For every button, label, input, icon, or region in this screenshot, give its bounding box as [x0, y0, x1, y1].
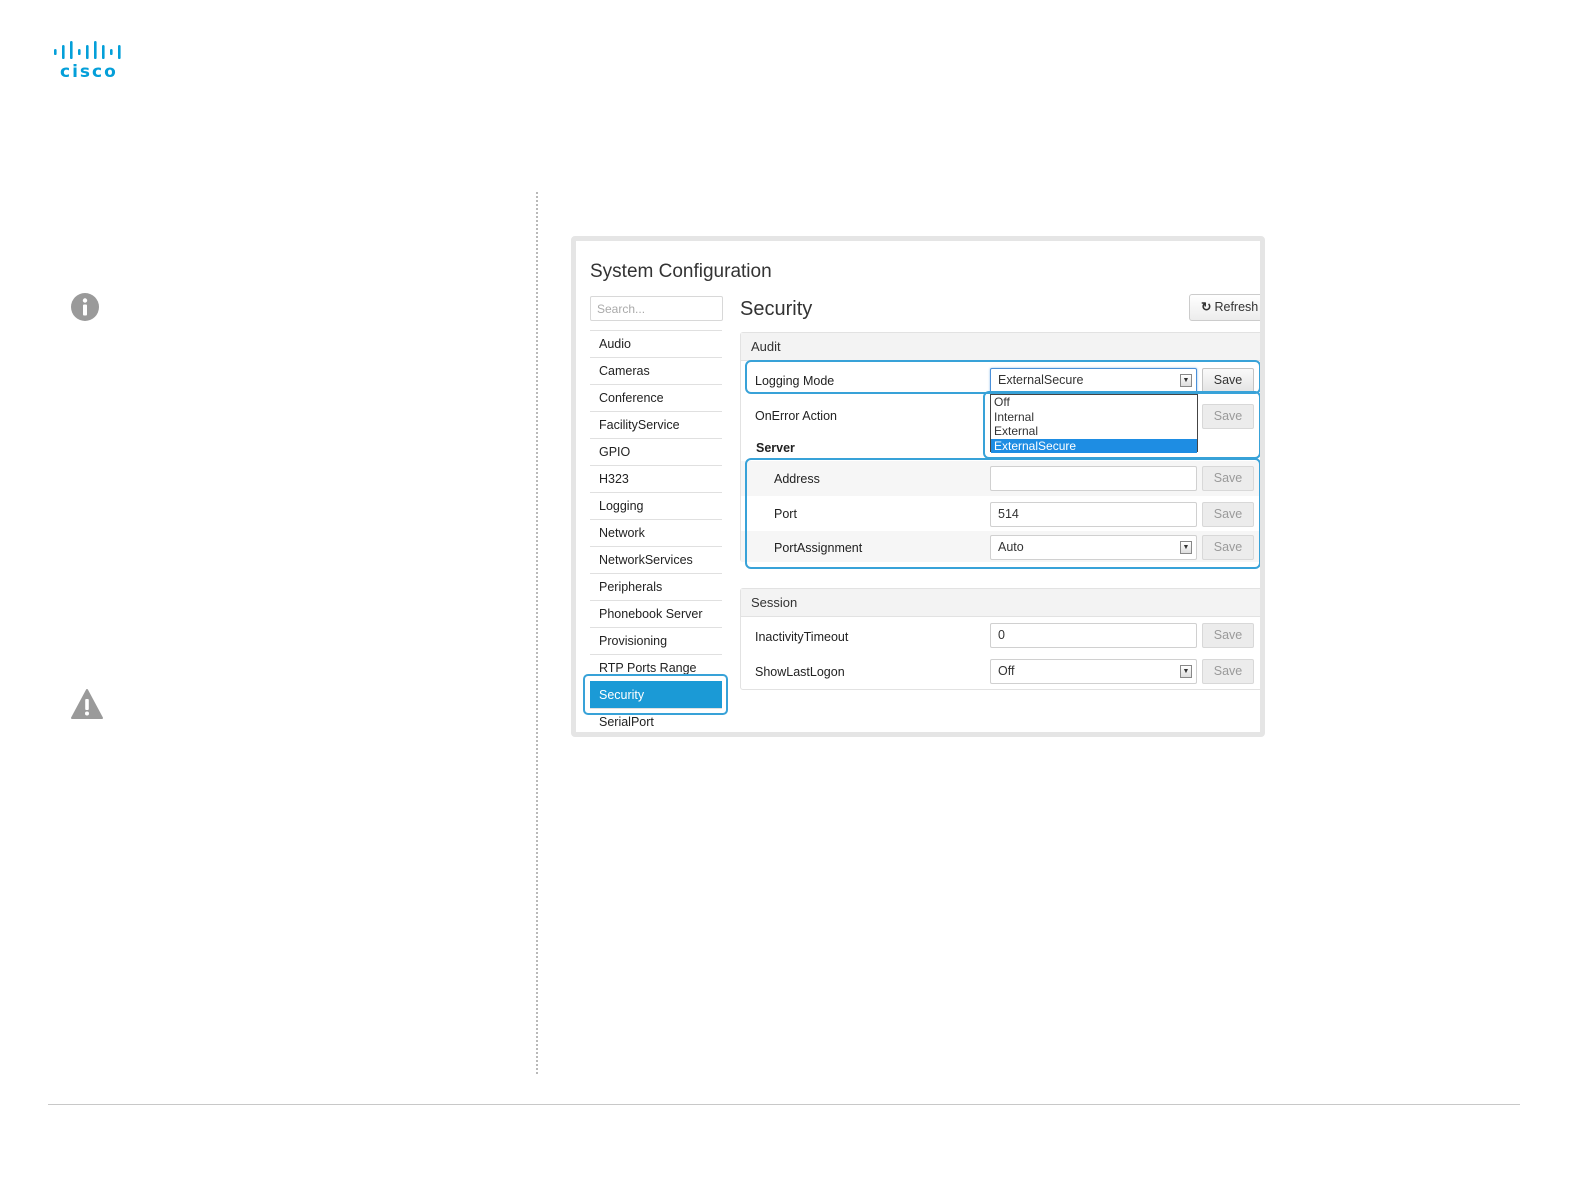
- show-last-logon-label: ShowLastLogon: [755, 665, 845, 679]
- sidebar-item-cameras[interactable]: Cameras: [590, 357, 722, 384]
- logging-mode-dropdown-list: Off Internal External ExternalSecure: [990, 394, 1198, 453]
- address-row: Address Save: [741, 461, 1260, 496]
- address-label: Address: [774, 472, 820, 486]
- port-assignment-value: Auto: [998, 540, 1024, 554]
- inactivity-timeout-input[interactable]: 0: [990, 623, 1197, 648]
- section-title: Security: [740, 298, 813, 320]
- sidebar-item-logging[interactable]: Logging: [590, 492, 722, 519]
- cisco-logo-text: cisco: [60, 62, 118, 82]
- address-save-button[interactable]: Save: [1202, 466, 1254, 491]
- system-configuration-window: System Configuration Audio Cameras Confe…: [571, 236, 1265, 737]
- show-last-logon-select[interactable]: Off ▼: [990, 659, 1197, 684]
- chevron-down-icon[interactable]: ▼: [1180, 665, 1192, 678]
- port-save-button[interactable]: Save: [1202, 502, 1254, 527]
- sidebar-item-gpio[interactable]: GPIO: [590, 438, 722, 465]
- dropdown-option-off[interactable]: Off: [991, 395, 1197, 410]
- inactivity-timeout-label: InactivityTimeout: [755, 630, 849, 644]
- address-input[interactable]: [990, 466, 1197, 491]
- dropdown-option-internal[interactable]: Internal: [991, 410, 1197, 425]
- dropdown-option-external[interactable]: External: [991, 424, 1197, 439]
- onerror-action-label: OnError Action: [755, 409, 837, 423]
- session-heading: Session: [741, 589, 1260, 617]
- cisco-bars-icon: [54, 41, 121, 59]
- column-divider: [536, 192, 538, 1074]
- port-assignment-label: PortAssignment: [774, 541, 863, 555]
- logging-mode-label: Logging Mode: [755, 374, 835, 388]
- port-label: Port: [774, 507, 797, 521]
- sidebar-item-provisioning[interactable]: Provisioning: [590, 627, 722, 654]
- logging-mode-save-button[interactable]: Save: [1202, 368, 1254, 393]
- logging-mode-select[interactable]: ExternalSecure ▼: [990, 368, 1197, 393]
- port-assignment-row: PortAssignment Auto ▼ Save: [741, 531, 1260, 562]
- sidebar-item-peripherals[interactable]: Peripherals: [590, 573, 722, 600]
- logging-mode-row: Logging Mode ExternalSecure ▼ Save: [741, 363, 1260, 398]
- sidebar-item-h323[interactable]: H323: [590, 465, 722, 492]
- page-title: System Configuration: [590, 261, 772, 282]
- sidebar-item-network[interactable]: Network: [590, 519, 722, 546]
- cisco-logo: cisco: [52, 40, 128, 82]
- dropdown-option-externalsecure[interactable]: ExternalSecure: [991, 438, 1197, 453]
- sidebar-item-networkservices[interactable]: NetworkServices: [590, 546, 722, 573]
- inactivity-timeout-save-button[interactable]: Save: [1202, 623, 1254, 648]
- info-icon: [70, 292, 100, 322]
- chevron-down-icon[interactable]: ▼: [1180, 541, 1192, 554]
- refresh-label: Refresh: [1214, 300, 1259, 314]
- chevron-down-icon[interactable]: ▼: [1180, 374, 1192, 387]
- port-assignment-save-button[interactable]: Save: [1202, 535, 1254, 560]
- inactivity-timeout-row: InactivityTimeout 0 Save: [741, 619, 1260, 654]
- server-heading: Server: [756, 441, 795, 455]
- sidebar-item-facilityservice[interactable]: FacilityService: [590, 411, 722, 438]
- warning-icon: [70, 688, 104, 720]
- show-last-logon-save-button[interactable]: Save: [1202, 659, 1254, 684]
- sidebar-item-phonebook-server[interactable]: Phonebook Server: [590, 600, 722, 627]
- port-row: Port 514 Save: [741, 496, 1260, 531]
- sidebar-item-audio[interactable]: Audio: [590, 330, 722, 357]
- footer-rule: [48, 1104, 1520, 1105]
- port-input[interactable]: 514: [990, 502, 1197, 527]
- show-last-logon-row: ShowLastLogon Off ▼ Save: [741, 654, 1260, 689]
- refresh-button[interactable]: ↻ Refresh: [1189, 294, 1260, 321]
- search-input[interactable]: [590, 296, 723, 321]
- security-callout-highlight: [583, 674, 728, 715]
- sidebar-item-conference[interactable]: Conference: [590, 384, 722, 411]
- show-last-logon-value: Off: [998, 664, 1015, 678]
- logging-mode-value: ExternalSecure: [998, 373, 1084, 387]
- onerror-action-save-button[interactable]: Save: [1202, 404, 1254, 429]
- audit-heading: Audit: [741, 333, 1260, 361]
- refresh-icon: ↻: [1201, 300, 1212, 314]
- port-assignment-select[interactable]: Auto ▼: [990, 535, 1197, 560]
- session-panel: Session InactivityTimeout 0 Save ShowLas…: [740, 588, 1260, 690]
